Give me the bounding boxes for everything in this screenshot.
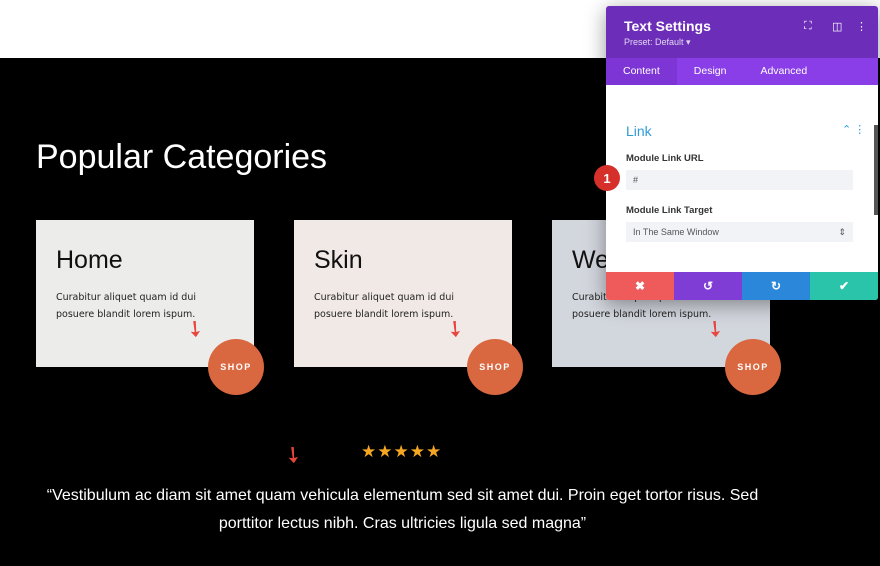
module-link-url-input[interactable]: # <box>626 170 853 190</box>
split-view-icon[interactable]: ◫ <box>832 20 842 33</box>
undo-button[interactable]: ↺ <box>674 272 742 300</box>
redo-button[interactable]: ↻ <box>742 272 810 300</box>
panel-tabs: Content Design Advanced <box>606 58 878 85</box>
fullscreen-icon[interactable]: ⛶ <box>804 20 812 33</box>
card-title: Skin <box>314 246 363 274</box>
target-label: Module Link Target <box>626 205 713 216</box>
text-settings-panel: Text Settings Preset: Default ▾ ⛶ ◫ ⋮ Co… <box>606 6 878 300</box>
panel-header: Text Settings Preset: Default ▾ ⛶ ◫ ⋮ <box>606 6 878 58</box>
save-button[interactable]: ✔ <box>810 272 878 300</box>
panel-body: Link ⌃ ⋮ Module Link URL # Module Link T… <box>606 85 878 273</box>
collapse-chevron-icon[interactable]: ⌃ ⋮ <box>842 123 865 136</box>
shop-button[interactable]: SHOP <box>208 339 264 395</box>
card-title: Home <box>56 246 123 274</box>
tab-content[interactable]: Content <box>606 58 677 85</box>
module-link-target-select[interactable]: In The Same Window ⇕ <box>626 222 853 242</box>
arrow-icon: ➘ <box>278 439 309 471</box>
select-arrows-icon: ⇕ <box>838 227 846 237</box>
card-text: Curabitur aliquet quam id dui posuere bl… <box>314 292 454 320</box>
link-section-title[interactable]: Link <box>626 123 652 139</box>
testimonial-quote: “Vestibulum ac diam sit amet quam vehicu… <box>46 487 759 532</box>
cancel-button[interactable]: ✖ <box>606 272 674 300</box>
step-badge: 1 <box>594 165 620 191</box>
url-label: Module Link URL <box>626 153 704 164</box>
select-value: In The Same Window <box>633 227 719 237</box>
shop-button[interactable]: SHOP <box>725 339 781 395</box>
tab-advanced[interactable]: Advanced <box>743 58 824 85</box>
tab-design[interactable]: Design <box>677 58 744 85</box>
scrollbar[interactable] <box>874 125 878 215</box>
panel-footer: ✖ ↺ ↻ ✔ <box>606 272 878 300</box>
shop-button[interactable]: SHOP <box>467 339 523 395</box>
more-options-icon[interactable]: ⋮ <box>856 20 867 33</box>
card-text: Curabitur aliquet quam id dui posuere bl… <box>56 292 196 320</box>
preset-dropdown[interactable]: Preset: Default ▾ <box>624 37 860 48</box>
panel-title: Text Settings <box>624 18 711 34</box>
section-title: Popular Categories <box>36 138 328 176</box>
star-rating: ★★★★★ <box>361 442 443 461</box>
